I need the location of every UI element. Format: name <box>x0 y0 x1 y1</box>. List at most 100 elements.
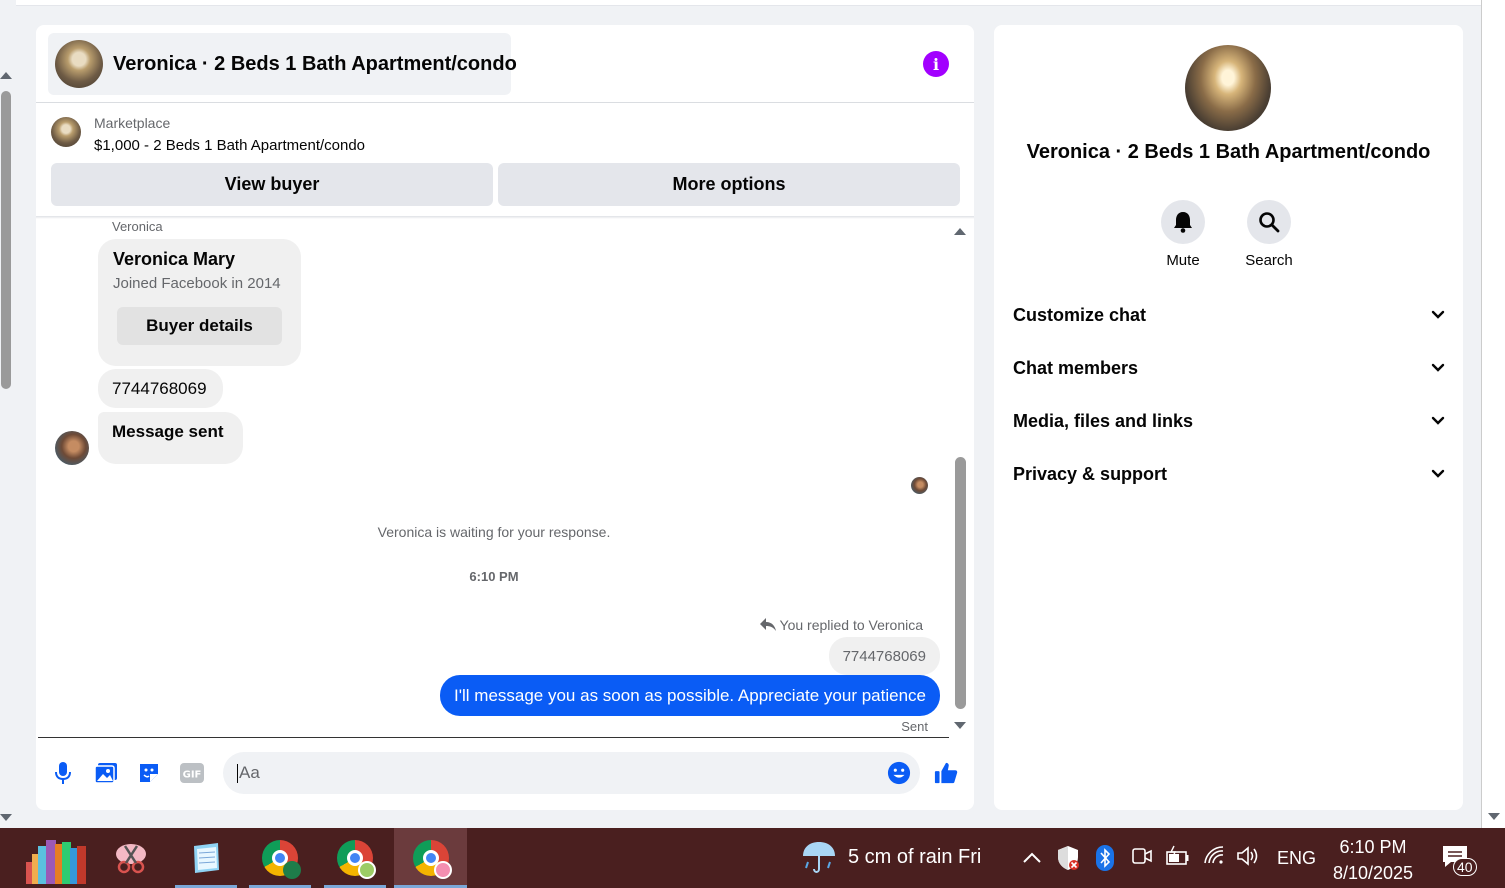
umbrella-rain-icon <box>803 842 835 873</box>
more-options-button[interactable]: More options <box>498 163 960 206</box>
chevron-down-icon <box>1431 363 1445 372</box>
quoted-message[interactable]: 7744768069 <box>828 637 940 675</box>
scroll-up-arrow-icon[interactable] <box>0 72 12 79</box>
taskbar-app-chrome-profile[interactable] <box>324 828 386 888</box>
buyer-name: Veronica Mary <box>113 249 236 269</box>
sticker-icon[interactable] <box>137 761 161 785</box>
composer: GIF Aa <box>36 745 974 805</box>
volume-icon[interactable] <box>1236 845 1260 872</box>
listing-thumbnail <box>51 117 81 147</box>
text-caret <box>237 763 238 783</box>
thumbs-up-icon[interactable] <box>934 761 958 785</box>
meet-now-icon[interactable] <box>1131 845 1153 872</box>
mute-action[interactable]: Mute <box>1153 200 1213 269</box>
taskbar-app-chrome[interactable] <box>249 828 311 888</box>
reply-indicator: You replied to Veronica <box>759 617 923 633</box>
section-label: Media, files and links <box>1013 410 1194 431</box>
divider <box>38 737 949 738</box>
section-label: Chat members <box>1013 357 1139 378</box>
privacy-support-section[interactable]: Privacy & support <box>1013 459 1445 489</box>
weather-widget[interactable]: 5 cm of rain Fri <box>800 838 981 876</box>
section-label: Customize chat <box>1013 304 1147 325</box>
reply-arrow-icon <box>759 618 776 631</box>
chevron-down-icon <box>1431 310 1445 319</box>
notepad-icon <box>194 843 219 873</box>
books-icon <box>26 840 86 884</box>
message-bubble[interactable]: 7744768069 <box>98 369 223 408</box>
notifications-button[interactable]: 40 <box>1441 844 1477 876</box>
search-icon[interactable] <box>1247 200 1291 244</box>
wifi-icon[interactable] <box>1203 845 1225 870</box>
notification-count: 40 <box>1453 858 1477 876</box>
message-input-placeholder: Aa <box>239 763 260 782</box>
chrome-icon <box>412 840 452 879</box>
show-hidden-icons-icon[interactable] <box>1022 848 1042 869</box>
chevron-down-icon <box>1431 469 1445 478</box>
message-list[interactable]: Veronica Veronica Mary Joined Facebook i… <box>36 219 974 739</box>
marketplace-label: Marketplace <box>94 115 171 131</box>
search-action[interactable]: Search <box>1239 200 1299 269</box>
message-bubble[interactable]: Message sent <box>98 412 243 464</box>
taskbar-app-library[interactable] <box>26 828 88 888</box>
sender-name: Veronica <box>112 219 163 234</box>
buyer-profile-card: Veronica Mary Joined Facebook in 2014 Bu… <box>98 239 301 366</box>
buyer-details-button[interactable]: Buyer details <box>117 307 282 345</box>
scroll-down-arrow-icon[interactable] <box>0 814 12 821</box>
scroll-down-arrow-icon[interactable] <box>1488 813 1500 820</box>
emoji-icon[interactable] <box>887 761 911 785</box>
timestamp: 6:10 PM <box>469 569 519 584</box>
customize-chat-section[interactable]: Customize chat <box>1013 300 1445 330</box>
read-receipt-avatar <box>911 477 928 494</box>
chrome-icon <box>337 840 376 879</box>
svg-text:GIF: GIF <box>183 770 202 781</box>
conversation-avatar[interactable] <box>1185 45 1271 131</box>
chat-members-section[interactable]: Chat members <box>1013 353 1445 383</box>
my-message-bubble[interactable]: I'll message you as soon as possible. Ap… <box>440 675 940 716</box>
chat-header[interactable]: Veronica · 2 Beds 1 Bath Apartment/condo <box>48 33 517 95</box>
bluetooth-icon[interactable] <box>1096 845 1114 876</box>
clock[interactable]: 6:10 PM 8/10/2025 <box>1330 834 1416 886</box>
taskbar-app-chrome-active[interactable] <box>394 828 467 888</box>
view-buyer-button[interactable]: View buyer <box>51 163 493 206</box>
message-input[interactable]: Aa <box>223 752 920 794</box>
mute-label: Mute <box>1166 252 1200 269</box>
language-indicator[interactable]: ENG <box>1277 848 1316 869</box>
chrome-icon <box>262 840 301 879</box>
listing-title: $1,000 - 2 Beds 1 Bath Apartment/condo <box>94 137 366 154</box>
marketplace-listing[interactable]: Marketplace $1,000 - 2 Beds 1 Bath Apart… <box>51 113 951 157</box>
bell-icon[interactable] <box>1161 200 1205 244</box>
chat-panel: Veronica · 2 Beds 1 Bath Apartment/condo… <box>36 25 974 810</box>
weather-text: 5 cm of rain Fri <box>848 845 982 868</box>
sender-avatar[interactable] <box>55 431 89 465</box>
page-scroll-thumb[interactable] <box>1 91 11 389</box>
message-text: Message sent <box>112 422 224 441</box>
message-text: 7744768069 <box>112 378 207 398</box>
message-status: Sent <box>901 719 928 734</box>
gif-icon[interactable]: GIF <box>180 761 204 785</box>
reply-indicator-text: You replied to Veronica <box>779 617 923 633</box>
photo-icon[interactable] <box>94 761 118 785</box>
chat-scroll-thumb[interactable] <box>955 457 966 709</box>
chevron-down-icon <box>1431 416 1445 425</box>
divider <box>36 102 974 103</box>
listing-avatar <box>55 40 103 88</box>
security-shield-icon[interactable] <box>1056 845 1080 876</box>
scissors-icon <box>116 844 146 874</box>
conversation-info-panel: Veronica · 2 Beds 1 Bath Apartment/condo… <box>994 25 1463 810</box>
battery-icon[interactable] <box>1166 845 1190 872</box>
scroll-up-arrow-icon[interactable] <box>954 228 966 235</box>
window-edge <box>1481 0 1505 828</box>
microphone-icon[interactable] <box>51 761 75 785</box>
search-label: Search <box>1245 252 1293 269</box>
page-scrollbar[interactable] <box>0 0 14 828</box>
taskbar: 5 cm of rain Fri ENG 6:10 PM 8/10/2025 4… <box>0 828 1505 888</box>
clock-time: 6:10 PM <box>1339 837 1407 857</box>
top-edge <box>16 0 1482 6</box>
clock-date: 8/10/2025 <box>1332 863 1414 883</box>
taskbar-app-snipping-tool[interactable] <box>100 828 162 888</box>
scroll-down-arrow-icon[interactable] <box>954 722 966 729</box>
taskbar-app-notepad[interactable] <box>175 828 237 888</box>
media-files-links-section[interactable]: Media, files and links <box>1013 406 1445 436</box>
conversation-title: Veronica · 2 Beds 1 Bath Apartment/condo <box>1026 141 1431 163</box>
info-icon[interactable]: i <box>923 51 949 77</box>
